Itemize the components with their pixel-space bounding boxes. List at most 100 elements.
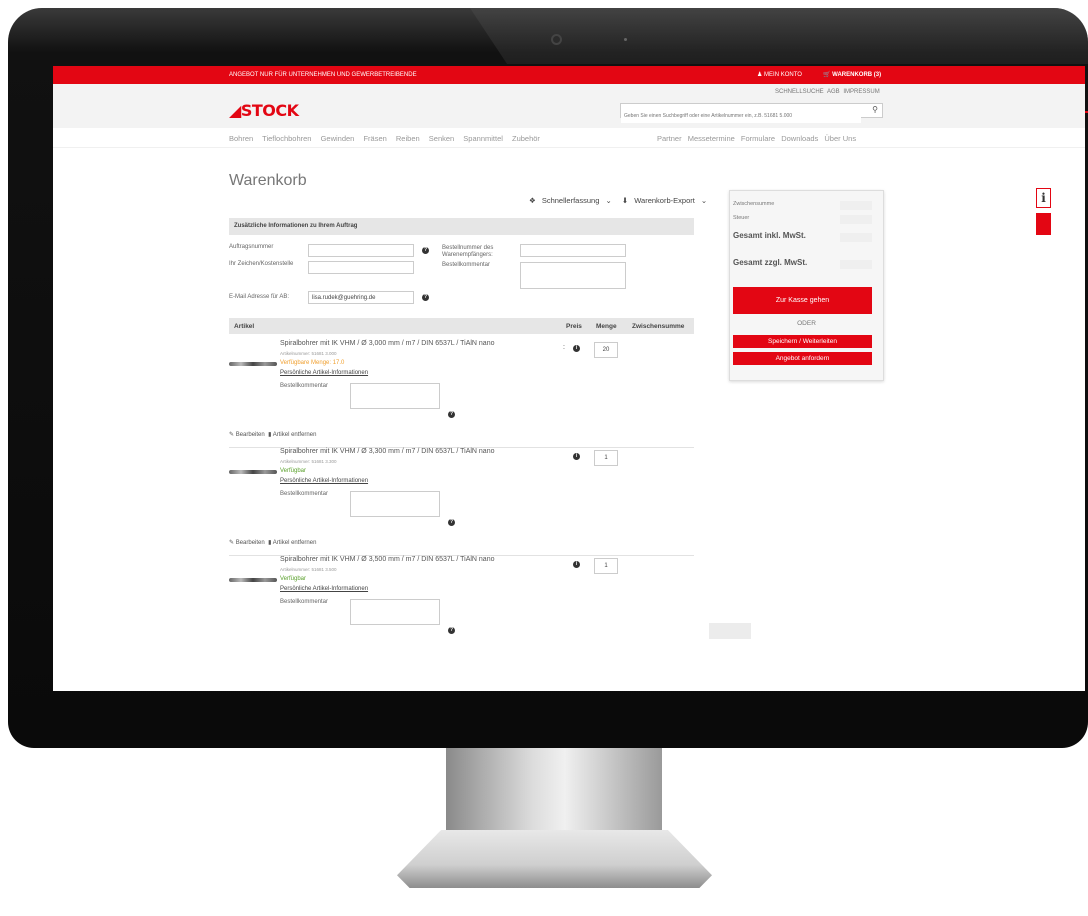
nav-item-ueber-uns[interactable]: Über Uns xyxy=(824,134,856,143)
edit-button[interactable]: ✎ Bearbeiten xyxy=(229,540,265,546)
search-box: ⚲ xyxy=(620,103,883,123)
recipient-order-field[interactable] xyxy=(520,244,626,257)
item-title[interactable]: Spiralbohrer mit IK VHM / Ø 3,300 mm / m… xyxy=(280,448,495,455)
search-input[interactable] xyxy=(621,109,861,123)
price-mark: : xyxy=(563,344,565,351)
info-icon[interactable]: i xyxy=(573,453,580,460)
drill-image xyxy=(229,470,277,474)
cart-table-header: Artikel Preis Menge Zwischensumme xyxy=(229,318,694,334)
order-comment-field[interactable] xyxy=(520,262,626,289)
total-net-value xyxy=(840,260,872,269)
total-gross-value xyxy=(840,233,872,242)
item-article-number: Artikelnummer: 51681 3.300 xyxy=(280,459,337,464)
total-net-label: Gesamt zzgl. MwSt. xyxy=(733,258,808,267)
help-icon[interactable]: ? xyxy=(422,294,429,301)
checkout-button[interactable]: Zur Kasse gehen xyxy=(733,287,872,314)
help-icon[interactable]: ? xyxy=(448,627,455,634)
sensor-dot xyxy=(624,38,627,41)
item-comment-label: Bestellkommentar xyxy=(280,491,329,497)
save-forward-button[interactable]: Speichern / Weiterleiten xyxy=(733,335,872,348)
order-info-panel: Zusätzliche Informationen zu Ihrem Auftr… xyxy=(229,218,694,235)
export-button[interactable]: ⬇ Warenkorb-Export ⌄ xyxy=(618,196,707,205)
quick-entry-icon: ❖ xyxy=(529,196,536,205)
request-quote-button[interactable]: Angebot anfordern xyxy=(733,352,872,365)
cart-item: Spiralbohrer mit IK VHM / Ø 3,300 mm / m… xyxy=(229,448,694,556)
help-icon[interactable]: ? xyxy=(448,519,455,526)
nav-item-spannmittel[interactable]: Spannmittel xyxy=(463,134,503,143)
email-field[interactable]: lisa.rudek@guehring.de xyxy=(308,291,414,304)
cart-item: Spiralbohrer mit IK VHM / Ø 3,000 mm / m… xyxy=(229,340,694,448)
nav-item-reiben[interactable]: Reiben xyxy=(396,134,420,143)
camera-icon xyxy=(551,34,562,45)
item-availability: Verfügbar xyxy=(280,468,307,474)
nav-item-downloads[interactable]: Downloads xyxy=(781,134,818,143)
nav-item-bohren[interactable]: Bohren xyxy=(229,134,253,143)
order-number-field[interactable] xyxy=(308,244,414,257)
nav-item-tieflochbohren[interactable]: Tieflochbohren xyxy=(262,134,311,143)
help-icon[interactable]: ? xyxy=(422,247,429,254)
search-icon[interactable]: ⚲ xyxy=(872,105,878,114)
nav-item-formulare[interactable]: Formulare xyxy=(741,134,775,143)
col-article: Artikel xyxy=(234,323,255,330)
header-links[interactable]: SCHNELLSUCHE AGB IMPRESSUM xyxy=(775,89,880,95)
tax-value xyxy=(840,215,872,224)
item-availability: Verfügbar xyxy=(280,576,307,582)
order-number-label: Auftragsnummer xyxy=(229,244,274,250)
b2b-notice: ANGEBOT NUR FÜR UNTERNEHMEN UND GEWERBET… xyxy=(229,72,417,78)
item-actions: ✎ Bearbeiten ▮ Artikel entfernen xyxy=(229,431,316,438)
remove-button[interactable]: ▮ Artikel entfernen xyxy=(268,540,316,546)
item-comment-field[interactable] xyxy=(350,383,440,409)
user-icon: ♟ xyxy=(757,72,765,78)
page-title: Warenkorb xyxy=(229,172,307,189)
quantity-input[interactable]: 20 xyxy=(594,342,618,358)
download-icon: ⬇ xyxy=(621,196,629,205)
nav-item-fraesen[interactable]: Fräsen xyxy=(363,134,386,143)
personal-info-link[interactable]: Persönliche Artikel-Informationen xyxy=(280,370,368,376)
item-comment-label: Bestellkommentar xyxy=(280,599,329,605)
edit-icon: ✎ xyxy=(229,432,235,438)
edit-icon: ✎ xyxy=(229,540,235,546)
bezel-reflection xyxy=(470,8,1088,64)
quantity-input[interactable]: 1 xyxy=(594,450,618,466)
stock-logo[interactable]: ◢STOCK xyxy=(229,101,299,120)
cart-toolbar: ❖ Schnellerfassung ⌄ ⬇ Warenkorb-Export … xyxy=(521,196,707,205)
chevron-down-icon: ⌄ xyxy=(700,196,708,205)
col-price: Preis xyxy=(566,323,582,330)
info-side-tab[interactable]: i xyxy=(1036,188,1051,208)
nav-item-partner[interactable]: Partner xyxy=(657,134,682,143)
drill-image xyxy=(229,578,277,582)
info-icon[interactable]: i xyxy=(573,561,580,568)
quantity-input[interactable]: 1 xyxy=(594,558,618,574)
item-title[interactable]: Spiralbohrer mit IK VHM / Ø 3,000 mm / m… xyxy=(280,340,495,347)
subtotal-label: Zwischensumme xyxy=(733,201,775,207)
reference-label: Ihr Zeichen/Kostenstelle xyxy=(229,261,294,267)
cart-item: Spiralbohrer mit IK VHM / Ø 3,500 mm / m… xyxy=(229,556,694,663)
personal-info-link[interactable]: Persönliche Artikel-Informationen xyxy=(280,586,368,592)
help-icon[interactable]: ? xyxy=(448,411,455,418)
monitor-stand-neck xyxy=(446,748,662,840)
cart-link[interactable]: 🛒 WARENKORB (3) xyxy=(823,71,881,78)
nav-item-zubehoer[interactable]: Zubehör xyxy=(512,134,540,143)
feedback-side-tab[interactable] xyxy=(1036,213,1051,235)
col-subtotal: Zwischensumme xyxy=(632,323,685,330)
edit-button[interactable]: ✎ Bearbeiten xyxy=(229,432,265,438)
trash-icon: ▮ xyxy=(268,540,272,546)
item-comment-field[interactable] xyxy=(350,491,440,517)
item-actions: ✎ Bearbeiten ▮ Artikel entfernen xyxy=(229,539,316,546)
account-link[interactable]: ♟ MEIN KONTO xyxy=(757,71,802,78)
item-article-number: Artikelnummer: 51681 3.000 xyxy=(280,351,337,356)
or-separator: ODER xyxy=(797,320,816,327)
nav-item-messetermine[interactable]: Messetermine xyxy=(688,134,735,143)
item-comment-field[interactable] xyxy=(350,599,440,625)
item-title[interactable]: Spiralbohrer mit IK VHM / Ø 3,500 mm / m… xyxy=(280,556,495,563)
remove-button[interactable]: ▮ Artikel entfernen xyxy=(268,432,316,438)
nav-item-gewinden[interactable]: Gewinden xyxy=(321,134,355,143)
item-comment-label: Bestellkommentar xyxy=(280,383,329,389)
monitor-stand-base xyxy=(397,830,712,888)
info-icon[interactable]: i xyxy=(573,345,580,352)
reference-field[interactable] xyxy=(308,261,414,274)
nav-item-senken[interactable]: Senken xyxy=(429,134,454,143)
quick-entry-button[interactable]: ❖ Schnellerfassung ⌄ xyxy=(525,196,612,205)
email-label: E-Mail Adresse für AB: xyxy=(229,294,290,300)
personal-info-link[interactable]: Persönliche Artikel-Informationen xyxy=(280,478,368,484)
